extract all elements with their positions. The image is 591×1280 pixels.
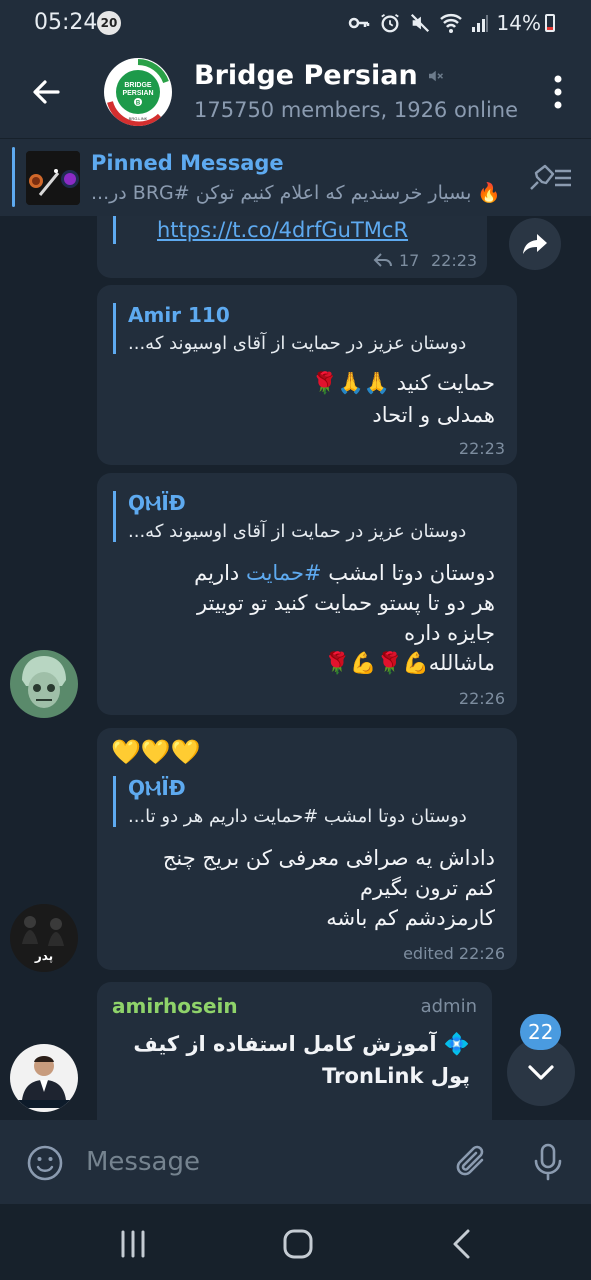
rocket-thumbnail-image: [26, 151, 80, 205]
message-line: ماشالله💪🌹💪🌹: [324, 651, 495, 675]
message-time: edited 22:26: [403, 944, 505, 963]
logo-line-1: BRIDGE: [124, 82, 152, 89]
reply-quote[interactable]: ϘⲘЇĐ دوستان عزیز در حمایت از آقای اوسیون…: [113, 491, 466, 542]
message-time: 22:23: [458, 439, 505, 458]
pinned-preview: 🔥 بسیار خرسندیم که اعلام کنیم توکن #BRG …: [91, 182, 502, 204]
status-time: 05:24: [34, 10, 98, 35]
reply-quote[interactable]: Amir 110 دوستان عزیز در حمایت از آقای او…: [113, 303, 466, 354]
bridge-logo-icon: BRIDGE PERSIAN B BRG.LINK: [106, 59, 170, 126]
wifi-icon: [439, 14, 462, 33]
home-icon[interactable]: [278, 1226, 318, 1262]
channel-title-row[interactable]: Bridge Persian: [194, 60, 444, 91]
message-bubble[interactable]: 💛💛💛 ϘⲘЇĐ دوستان دوتا امشب #حمایت داریم ه…: [97, 728, 517, 970]
man-avatar-image: [10, 1044, 78, 1112]
message-line: حمایت کنید 🙏🙏🌹: [311, 371, 495, 395]
message-text: داریم: [194, 561, 246, 585]
message-bubble[interactable]: amirhosein admin 💠 آموزش کامل استفاده از…: [97, 982, 492, 1120]
message-bubble[interactable]: ϘⲘЇĐ دوستان عزیز در حمایت از آقای اوسیون…: [97, 473, 517, 715]
reply-preview: دوستان عزیز در حمایت از آقای اوسیوند که.…: [128, 333, 467, 354]
message-bubble[interactable]: https://t.co/4drfGuTMcR 17 22:23: [97, 216, 487, 278]
message-line: 💠 آموزش کامل استفاده از کیف: [133, 1032, 470, 1056]
message-line: هر دو تا پستو حمایت کنید تو توییتر: [196, 591, 495, 615]
battery-percent: 14%: [496, 11, 541, 35]
vpn-key-icon: [348, 17, 369, 29]
message-line: دوستان دوتا امشب #حمایت داریم: [194, 557, 495, 589]
father-avatar-image: پدر: [10, 904, 78, 972]
message-time: 22:26: [458, 689, 505, 708]
reply-sender: Amir 110: [128, 303, 230, 327]
message-line: کنم ترون بگیرم: [359, 876, 495, 900]
message-input[interactable]: [86, 1140, 426, 1184]
logo-line-4: BRG.LINK: [129, 116, 148, 121]
status-bar: 05:24 20 14%: [0, 0, 591, 46]
message-line: داداش یه صرافی معرفی کن بریج چنج: [162, 846, 495, 870]
forward-button[interactable]: [509, 218, 561, 270]
reply-preview: دوستان عزیز در حمایت از آقای اوسیوند که.…: [128, 521, 467, 542]
channel-avatar[interactable]: BRIDGE PERSIAN B BRG.LINK: [104, 58, 172, 126]
alarm-icon: [380, 13, 399, 33]
message-line: پول TronLink: [322, 1064, 470, 1088]
message-list[interactable]: https://t.co/4drfGuTMcR 17 22:23 Amir 11…: [0, 216, 591, 1120]
user-avatar[interactable]: [10, 650, 78, 718]
channel-subtitle: 175750 members, 1926 online: [194, 98, 519, 122]
chat-header: BRIDGE PERSIAN B BRG.LINK Bridge Persian…: [0, 46, 591, 138]
muted-speaker-icon: [428, 70, 443, 81]
hashtag-link[interactable]: #حمایت: [246, 561, 322, 585]
battery-icon: [545, 14, 555, 32]
paperclip-icon[interactable]: [452, 1142, 492, 1182]
logo-line-3: B: [136, 101, 141, 107]
avatar-caption: پدر: [34, 949, 53, 963]
system-navigation-bar: [0, 1204, 591, 1280]
pin-list-icon[interactable]: [527, 163, 573, 193]
pinned-thumbnail: [26, 151, 80, 205]
share-count: 17: [399, 251, 420, 270]
pinned-title: Pinned Message: [91, 151, 284, 175]
user-avatar[interactable]: [10, 1044, 78, 1112]
pinned-indicator: [12, 147, 15, 207]
notification-count-badge: 20: [97, 11, 121, 35]
admin-badge: admin: [420, 996, 477, 1017]
reply-quote[interactable]: ϘⲘЇĐ دوستان دوتا امشب #حمایت داریم هر دو…: [113, 776, 467, 827]
signal-icon: [471, 15, 488, 32]
message-line: جایزه داره: [404, 621, 495, 645]
channel-title: Bridge Persian: [194, 60, 418, 91]
message-line: کارمزدشم کم باشه: [326, 906, 495, 930]
forward-icon: [523, 234, 547, 254]
back-arrow-icon[interactable]: [26, 72, 66, 112]
link-quote-bar: [113, 216, 128, 244]
system-back-icon[interactable]: [444, 1226, 484, 1262]
unread-count-badge: 22: [520, 1014, 562, 1050]
pinned-message-bar[interactable]: Pinned Message 🔥 بسیار خرسندیم که اعلام …: [0, 138, 591, 216]
reply-preview: دوستان دوتا امشب #حمایت داریم هر دو تا..…: [128, 806, 467, 827]
mute-icon: [410, 13, 429, 33]
microphone-icon[interactable]: [530, 1142, 566, 1182]
message-link[interactable]: https://t.co/4drfGuTMcR: [157, 218, 408, 242]
message-text: دوستان دوتا امشب: [321, 561, 495, 585]
sender-name[interactable]: amirhosein: [112, 994, 238, 1018]
recent-apps-icon[interactable]: [113, 1226, 153, 1262]
message-bubble[interactable]: Amir 110 دوستان عزیز در حمایت از آقای او…: [97, 285, 517, 465]
zombie-avatar-image: [10, 650, 78, 718]
message-time: 22:23: [431, 251, 478, 270]
reply-sender: ϘⲘЇĐ: [128, 491, 186, 515]
more-options-icon[interactable]: [553, 74, 563, 110]
logo-line-2: PERSIAN: [122, 90, 153, 97]
message-input-bar: [0, 1120, 591, 1204]
message-emojis: 💛💛💛: [111, 738, 201, 766]
status-icons: 14%: [347, 10, 541, 36]
user-avatar[interactable]: پدر: [10, 904, 78, 972]
emoji-icon[interactable]: [26, 1144, 64, 1182]
reply-sender: ϘⲘЇĐ: [128, 776, 186, 800]
message-line: همدلی و اتحاد: [372, 403, 495, 427]
share-count-icon: [373, 253, 392, 267]
